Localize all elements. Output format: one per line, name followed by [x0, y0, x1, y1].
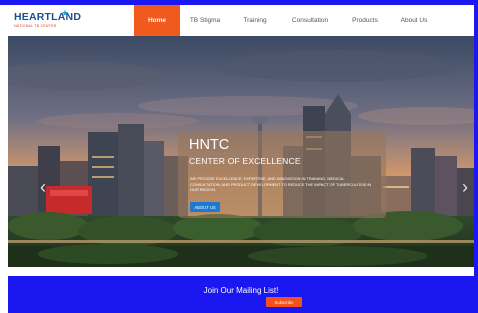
nav-item-consultation[interactable]: Consultation	[280, 5, 340, 36]
hero-subtitle: CENTER OF EXCELLENCE	[189, 156, 301, 166]
nav-item-about-us[interactable]: About Us	[390, 5, 438, 36]
star-icon: ★	[61, 8, 70, 18]
chevron-left-icon[interactable]: ‹	[40, 178, 46, 196]
logo-tagline: NATIONAL TB CENTER	[14, 24, 57, 28]
nav-item-tb-stigma[interactable]: TB Stigma	[180, 5, 230, 36]
browser-frame-right	[474, 5, 478, 313]
hero-description: We provide excellence, expertise, and in…	[190, 176, 372, 193]
nav-item-training[interactable]: Training	[230, 5, 280, 36]
nav-item-home[interactable]: Home	[134, 5, 180, 36]
heartland-logo[interactable]: HEARTLAND ★ NATIONAL TB CENTER	[14, 8, 82, 31]
chevron-right-icon[interactable]: ›	[462, 178, 468, 196]
mailing-list-banner: Join Our Mailing List! Subscribe	[8, 276, 474, 313]
about-us-button[interactable]: ABOUT US	[190, 202, 220, 212]
mailing-list-text: Join Our Mailing List!	[203, 286, 279, 295]
site-header: HEARTLAND ★ NATIONAL TB CENTER Home TB S…	[8, 5, 474, 36]
hero-bottom-spacer	[8, 267, 474, 276]
main-nav: Home TB Stigma Training Consultation Pro…	[134, 5, 438, 36]
subscribe-button[interactable]: Subscribe	[266, 297, 302, 307]
nav-item-products[interactable]: Products	[340, 5, 390, 36]
logo-name: HEARTLAND	[14, 11, 82, 23]
hero-title: HNTC	[189, 137, 230, 153]
